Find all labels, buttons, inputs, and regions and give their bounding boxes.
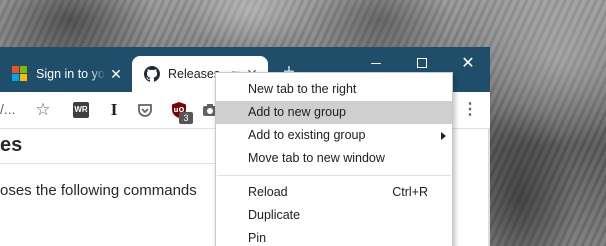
- menu-item-label: Duplicate: [248, 208, 301, 222]
- maximize-icon: [417, 58, 427, 68]
- heading-divider: [0, 163, 220, 164]
- menu-item-duplicate[interactable]: Duplicate: [216, 204, 452, 227]
- menu-item-shortcut: Ctrl+R: [392, 185, 428, 199]
- address-bar-text[interactable]: /...: [0, 101, 16, 117]
- minimize-icon: [371, 62, 381, 64]
- menu-item-add-to-existing-group[interactable]: Add to existing group: [216, 124, 452, 147]
- tab-title-fade: [90, 56, 106, 92]
- page-heading: es: [0, 134, 23, 156]
- menu-item-new-tab-right[interactable]: New tab to the right: [216, 78, 452, 101]
- menu-separator: [217, 175, 451, 176]
- menu-item-label: Pin: [248, 231, 267, 245]
- menu-item-label: Reload: [248, 185, 288, 199]
- ublock-badge: 3: [179, 112, 193, 124]
- tab-close-icon[interactable]: ✕: [106, 66, 126, 83]
- github-icon: [144, 66, 160, 82]
- extension-wr-icon[interactable]: WR: [73, 102, 89, 118]
- tab-sign-in[interactable]: Sign in to yo ✕: [0, 56, 132, 92]
- menu-item-reload[interactable]: Reload Ctrl+R: [216, 181, 452, 204]
- page-paragraph: oses the following commands: [0, 182, 197, 199]
- tab-context-menu: New tab to the right Add to new group Ad…: [215, 72, 453, 246]
- menu-item-pin[interactable]: Pin: [216, 227, 452, 246]
- menu-item-label: New tab to the right: [248, 82, 357, 96]
- close-window-button[interactable]: ✕: [448, 51, 488, 75]
- menu-item-label: Add to existing group: [248, 128, 366, 142]
- menu-item-add-to-new-group[interactable]: Add to new group: [216, 101, 452, 124]
- menu-item-label: Move tab to new window: [248, 151, 385, 165]
- page-scrollbar[interactable]: [488, 129, 490, 246]
- extension-i-icon[interactable]: I: [104, 100, 124, 120]
- microsoft-icon: [12, 66, 28, 82]
- menu-item-move-tab-new-window[interactable]: Move tab to new window: [216, 147, 452, 170]
- submenu-arrow-icon: [441, 132, 446, 140]
- bookmark-star-icon[interactable]: ☆: [33, 100, 53, 120]
- more-options-icon[interactable]: ⋮: [460, 100, 480, 120]
- menu-item-label: Add to new group: [248, 105, 346, 119]
- pocket-icon[interactable]: [135, 100, 155, 120]
